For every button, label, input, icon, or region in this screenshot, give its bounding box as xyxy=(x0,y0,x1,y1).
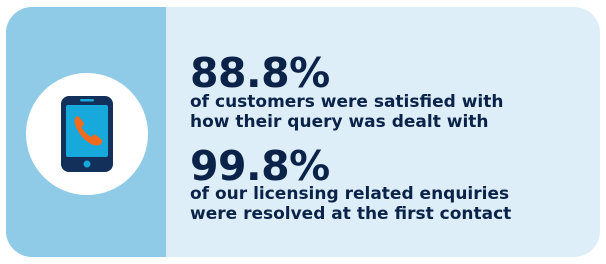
stat-value-satisfaction: 88.8% xyxy=(190,49,330,97)
icon-panel xyxy=(6,7,166,257)
icon-badge xyxy=(26,73,148,195)
stat-description-first-contact: of our licensing related enquiries were … xyxy=(190,184,511,224)
stat-value-first-contact: 99.8% xyxy=(190,142,330,190)
stat-description-line: were resolved at the first contact xyxy=(190,204,512,224)
stat-description-line: of customers were satisfied with xyxy=(190,92,504,112)
stat-description-line: of our licensing related enquiries xyxy=(190,184,510,204)
stat-description-satisfaction: of customers were satisfied with how the… xyxy=(190,92,503,132)
mobile-phone-call-icon xyxy=(61,96,113,172)
stats-card: 88.8% of customers were satisfied with h… xyxy=(6,7,600,257)
stat-description-line: how their query was dealt with xyxy=(190,112,489,132)
